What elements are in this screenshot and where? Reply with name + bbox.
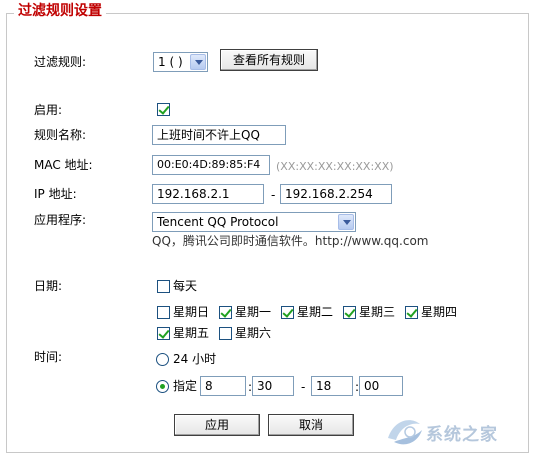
saturday-label: 星期六 [235, 326, 272, 340]
app-label: 应用程序: [34, 213, 87, 227]
saturday-checkbox[interactable] [219, 327, 232, 340]
all-day-radio[interactable] [156, 353, 169, 366]
ip-range-dash: - [271, 188, 276, 202]
specify-time-label: 指定 [173, 379, 198, 393]
everyday-checkbox[interactable] [157, 280, 170, 293]
thursday-label: 星期四 [421, 305, 458, 319]
all-day-label: 24 小时 [173, 352, 217, 366]
cancel-button[interactable]: 取消 [268, 414, 354, 436]
start-hour-input[interactable]: 8 [200, 376, 246, 396]
monday-checkbox[interactable] [219, 306, 232, 319]
specify-time-radio[interactable] [156, 380, 169, 393]
mac-format-hint: (XX:XX:XX:XX:XX:XX) [276, 160, 394, 173]
friday-checkbox[interactable] [157, 327, 170, 340]
chevron-down-icon[interactable] [338, 214, 354, 230]
watermark-text: 系统之家 [426, 425, 498, 445]
watermark-logo: 系统之家 [380, 408, 530, 452]
rule-label: 过滤规则: [34, 55, 87, 69]
rule-select[interactable]: 1 ( ) [153, 52, 208, 72]
end-hour-input[interactable]: 18 [311, 376, 353, 396]
time-range-dash: - [301, 380, 306, 394]
time-label: 时间: [34, 350, 63, 364]
ip-label: IP 地址: [34, 187, 77, 201]
mac-input[interactable]: 00:E0:4D:89:85:F4 [152, 155, 270, 175]
app-select-value: Tencent QQ Protocol [157, 215, 279, 229]
enable-label: 启用: [34, 103, 63, 117]
rule-select-value: 1 ( ) [158, 55, 183, 69]
friday-label: 星期五 [173, 326, 210, 340]
rule-name-label: 规则名称: [34, 128, 87, 142]
apply-button[interactable]: 应用 [174, 414, 260, 436]
fieldset-legend: 过滤规则设置 [14, 2, 106, 20]
sunday-label: 星期日 [173, 305, 210, 319]
ip-start-input[interactable]: 192.168.2.1 [152, 184, 264, 204]
everyday-label: 每天 [173, 279, 198, 293]
end-minute-input[interactable]: 00 [359, 376, 403, 396]
rule-name-input[interactable]: 上班时间不许上QQ [152, 125, 286, 145]
thursday-checkbox[interactable] [405, 306, 418, 319]
app-description: QQ，腾讯公司即时通信软件。http://www.qq.com [152, 234, 429, 248]
date-label: 日期: [34, 279, 63, 293]
chevron-down-icon[interactable] [190, 54, 206, 70]
sunday-checkbox[interactable] [157, 306, 170, 319]
mac-label: MAC 地址: [34, 158, 93, 172]
app-select[interactable]: Tencent QQ Protocol [152, 212, 356, 232]
tuesday-label: 星期二 [297, 305, 334, 319]
wednesday-checkbox[interactable] [343, 306, 356, 319]
monday-label: 星期一 [235, 305, 272, 319]
ip-end-input[interactable]: 192.168.2.254 [280, 184, 392, 204]
tuesday-checkbox[interactable] [281, 306, 294, 319]
view-all-rules-button[interactable]: 查看所有规则 [220, 49, 318, 71]
wednesday-label: 星期三 [359, 305, 396, 319]
enable-checkbox[interactable] [157, 103, 170, 116]
start-minute-input[interactable]: 30 [252, 376, 294, 396]
